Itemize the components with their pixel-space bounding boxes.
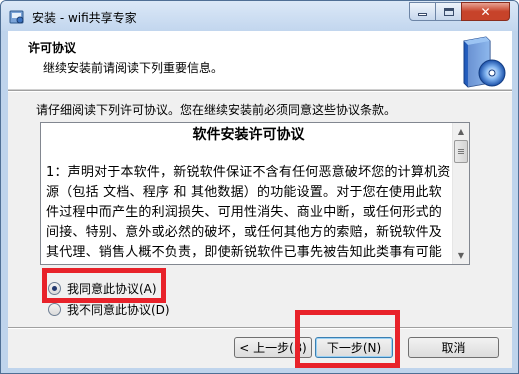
chevron-down-icon: ▼ <box>457 251 465 260</box>
license-scrollbar[interactable]: ▲ ▼ <box>452 123 469 264</box>
license-paragraph: 1：声明对于本软件，新锐软件保证不含有任何恶意破坏您的计算机资源（包括 文档、程… <box>46 165 451 260</box>
installer-icon <box>9 10 24 24</box>
accept-radio[interactable] <box>48 282 61 295</box>
license-spacer <box>46 147 451 163</box>
decline-label[interactable]: 我不同意此协议(D) <box>67 301 170 318</box>
header-divider <box>8 90 512 92</box>
wizard-header: 许可协议 继续安装前请阅读下列重要信息。 <box>8 31 512 90</box>
decline-radio[interactable] <box>48 303 61 316</box>
license-heading: 软件安装许可协议 <box>192 127 305 143</box>
decline-option[interactable]: 我不同意此协议(D) <box>48 301 170 318</box>
cancel-button[interactable]: 取消 <box>408 337 499 358</box>
wizard-client-area: 许可协议 继续安装前请阅读下列重要信息。 请仔细阅读下列许可协议。您在继续安装前… <box>8 31 512 368</box>
back-button[interactable]: < 上一步(B) <box>234 337 312 358</box>
window-title: 安装 - wifi共享专家 <box>32 11 137 25</box>
scroll-thumb[interactable] <box>454 140 468 163</box>
minimize-icon <box>418 13 427 16</box>
license-text-box[interactable]: 软件安装许可协议 1：声明对于本软件，新锐软件保证不含有任何恶意破坏您的计算机资… <box>40 122 470 265</box>
grip-line-icon <box>458 151 464 152</box>
page-subtitle: 继续安装前请阅读下列重要信息。 <box>43 61 224 75</box>
maximize-icon <box>443 7 454 16</box>
setup-disc-icon <box>463 36 506 88</box>
scroll-up-button[interactable]: ▲ <box>453 123 469 140</box>
chevron-up-icon: ▲ <box>457 127 465 136</box>
close-icon: ✕ <box>480 4 491 19</box>
page-title: 许可协议 <box>28 41 77 55</box>
maximize-button[interactable] <box>435 2 462 21</box>
installer-window: 安装 - wifi共享专家 ✕ 许可协议 继续安装前请阅读下列重要信息。 请仔细… <box>0 0 519 374</box>
grip-line-icon <box>458 149 464 150</box>
footer-divider <box>8 327 512 329</box>
grip-line-icon <box>458 153 464 154</box>
license-content[interactable]: 软件安装许可协议 1：声明对于本软件，新锐软件保证不含有任何恶意破坏您的计算机资… <box>46 125 451 264</box>
instruction-text: 请仔细阅读下列许可协议。您在继续安装前必须同意这些协议条款。 <box>36 103 397 117</box>
close-button[interactable]: ✕ <box>461 2 510 21</box>
accept-option[interactable]: 我同意此协议(A) <box>48 280 157 297</box>
scroll-down-button[interactable]: ▼ <box>453 247 469 264</box>
title-bar[interactable]: 安装 - wifi共享专家 ✕ <box>1 1 518 31</box>
minimize-button[interactable] <box>409 2 436 21</box>
next-button[interactable]: 下一步(N) <box>315 337 393 358</box>
accept-label[interactable]: 我同意此协议(A) <box>67 280 157 297</box>
